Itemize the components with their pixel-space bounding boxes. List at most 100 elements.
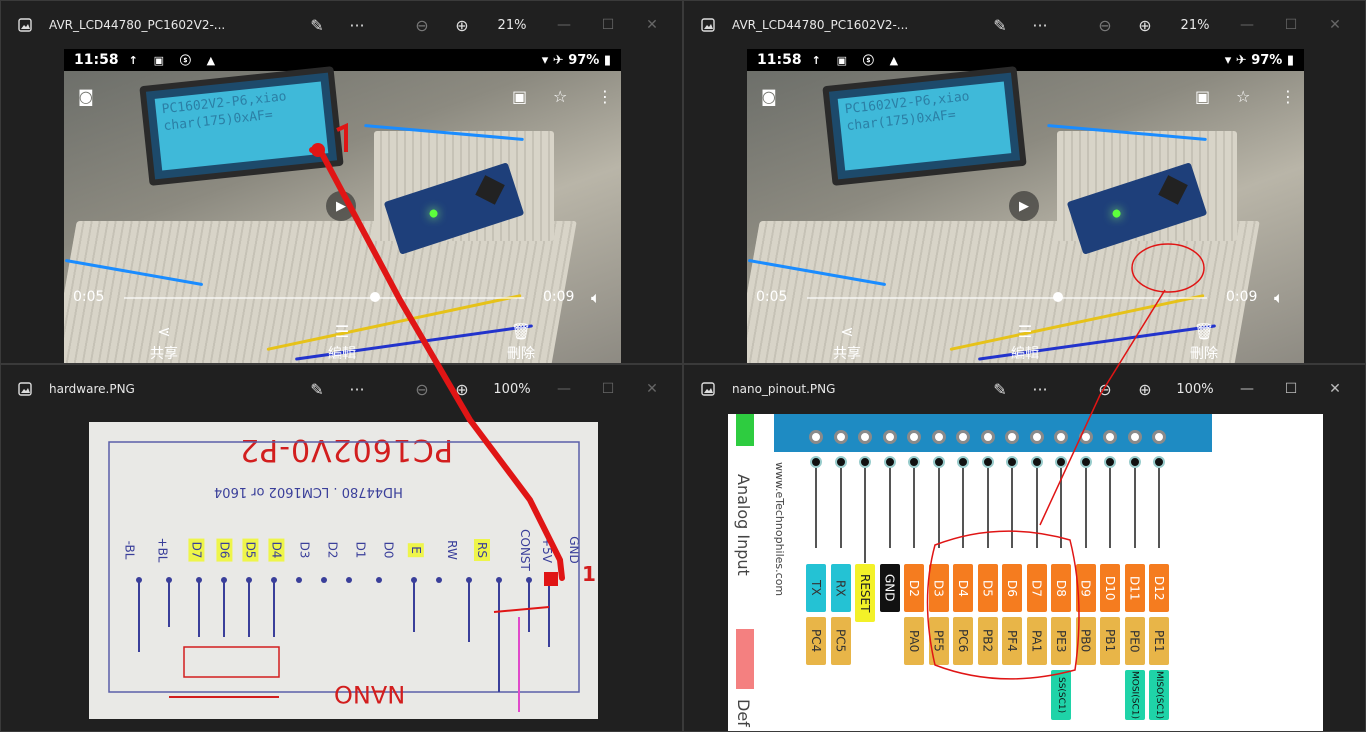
pin-name-tag: D10 — [1100, 564, 1120, 612]
gallery-icon[interactable]: ▣ — [512, 87, 527, 106]
photo-window-pinout: nano_pinout.PNG ✎ ··· ⊖ ⊕ 100% — ☐ ✕ Ana… — [683, 364, 1366, 732]
edit-icon[interactable]: ✎ — [980, 365, 1020, 413]
image-canvas: 11:58 ↑ ▣ ⓢ ▲ ▾ ✈ 97% ▮ PC1602V2-P6,xiao… — [1, 49, 682, 363]
pin-extra-tag: SS(SC1) — [1051, 670, 1071, 720]
minimize-icon[interactable]: — — [542, 365, 586, 413]
legend-pink — [736, 629, 754, 689]
edit-button[interactable]: ☰ 編輯 — [317, 322, 367, 363]
close-icon[interactable]: ✕ — [630, 365, 674, 413]
edit-icon[interactable]: ✎ — [297, 1, 337, 49]
star-icon[interactable]: ☆ — [553, 87, 567, 106]
photo-window-video-right: AVR_LCD44780_PC1602V2-... ✎ ··· ⊖ ⊕ 21% … — [683, 0, 1366, 364]
maximize-icon[interactable]: ☐ — [586, 1, 630, 49]
time-total: 0:09 — [1226, 289, 1258, 305]
play-icon[interactable]: ▶ — [326, 191, 356, 221]
video-frame[interactable]: 11:58 ↑ ▣ ⓢ ▲ ▾ ✈ 97% ▮ PC1602V2-P6,xiao… — [747, 49, 1304, 363]
status-time: 11:58 — [74, 52, 119, 68]
minimize-icon[interactable]: — — [1225, 365, 1269, 413]
pin-name-tag: D6 — [1002, 564, 1022, 612]
zoom-in-icon[interactable]: ⊕ — [1125, 365, 1165, 413]
pin-line — [839, 468, 842, 548]
lcd-module: PC1602V2-P6,xiao char(175)0xAF= — [139, 66, 344, 186]
board-pin-hole — [956, 430, 970, 444]
image-canvas: 11:58 ↑ ▣ ⓢ ▲ ▾ ✈ 97% ▮ PC1602V2-P6,xiao… — [684, 49, 1365, 363]
pin-port-tag: PF4 — [1002, 617, 1022, 665]
maximize-icon[interactable]: ☐ — [1269, 1, 1313, 49]
pin-name-tag: D5 — [977, 564, 998, 612]
volume-icon[interactable]: 🔈︎ — [1274, 288, 1284, 308]
volume-icon[interactable]: 🔈︎ — [591, 288, 601, 308]
seek-knob[interactable] — [370, 292, 380, 302]
close-icon[interactable]: ✕ — [1313, 1, 1357, 49]
play-icon[interactable]: ▶ — [1009, 191, 1039, 221]
pin-name-tag: D11 — [1124, 564, 1145, 612]
more-icon[interactable]: ··· — [1020, 1, 1060, 49]
minimize-icon[interactable]: — — [1225, 1, 1269, 49]
titlebar: AVR_LCD44780_PC1602V2-... ✎ ··· ⊖ ⊕ 21% … — [684, 1, 1365, 49]
delete-button[interactable]: 🗑︎ 刪除 — [496, 322, 546, 363]
video-frame[interactable]: 11:58 ↑ ▣ ⓢ ▲ ▾ ✈ 97% ▮ PC1602V2-P6,xiao… — [64, 49, 621, 363]
pin-line — [1133, 468, 1136, 548]
more-icon[interactable]: ··· — [337, 1, 377, 49]
zoom-in-icon[interactable]: ⊕ — [442, 1, 482, 49]
maximize-icon[interactable]: ☐ — [586, 365, 630, 413]
more-icon[interactable]: ··· — [337, 365, 377, 413]
titlebar: AVR_LCD44780_PC1602V2-... ✎ ··· ⊖ ⊕ 21% … — [1, 1, 682, 49]
share-button[interactable]: ⋖ 共享 — [139, 322, 189, 363]
pin-dot — [1104, 456, 1116, 468]
zoom-level[interactable]: 100% — [1165, 382, 1225, 397]
zoom-out-icon[interactable]: ⊖ — [1085, 365, 1125, 413]
pin-dot — [1006, 456, 1018, 468]
maximize-icon[interactable]: ☐ — [1269, 365, 1313, 413]
delete-button[interactable]: 🗑︎ 刪除 — [1179, 322, 1229, 363]
screenshot-icon[interactable]: ◙ — [761, 87, 777, 106]
pin-port-tag: PB0 — [1075, 617, 1096, 665]
screenshot-icon[interactable]: ◙ — [78, 87, 94, 106]
edit-icon[interactable]: ✎ — [297, 365, 337, 413]
pin-port-tag: PA0 — [904, 617, 924, 665]
photos-app-icon — [1, 365, 49, 413]
phone-status-bar: 11:58 ↑ ▣ ⓢ ▲ ▾ ✈ 97% ▮ — [747, 49, 1304, 71]
close-icon[interactable]: ✕ — [1313, 365, 1357, 413]
zoom-level[interactable]: 21% — [1165, 18, 1225, 33]
edit-icon[interactable]: ✎ — [980, 1, 1020, 49]
edit-button[interactable]: ☰ 編輯 — [1000, 322, 1050, 363]
pin-port-tag: PC5 — [830, 617, 851, 665]
board-pin-hole — [1127, 430, 1142, 444]
gallery-icon[interactable]: ▣ — [1195, 87, 1210, 106]
zoom-out-icon[interactable]: ⊖ — [402, 1, 442, 49]
zoom-in-icon[interactable]: ⊕ — [1125, 1, 1165, 49]
zoom-level[interactable]: 21% — [482, 18, 542, 33]
minimize-icon[interactable]: — — [542, 1, 586, 49]
photos-app-icon — [1, 1, 49, 49]
status-notification-icons: ↑ ▣ ⓢ ▲ — [811, 54, 905, 67]
pin-dot — [908, 456, 920, 468]
time-total: 0:09 — [543, 289, 575, 305]
pin-dot — [1128, 456, 1141, 468]
status-battery: ▾ ✈ 97% ▮ — [541, 52, 611, 68]
titlebar: hardware.PNG ✎ ··· ⊖ ⊕ 100% — ☐ ✕ — [1, 365, 682, 413]
seek-bar[interactable] — [807, 297, 1207, 299]
share-icon: ⋖ — [157, 322, 171, 341]
zoom-level[interactable]: 100% — [482, 382, 542, 397]
more-vert-icon[interactable]: ⋮ — [597, 87, 613, 106]
star-icon[interactable]: ☆ — [1236, 87, 1250, 106]
share-button[interactable]: ⋖ 共享 — [822, 322, 872, 363]
seek-knob[interactable] — [1053, 292, 1063, 302]
pin-line — [986, 468, 989, 548]
pin-line — [937, 468, 940, 548]
zoom-out-icon[interactable]: ⊖ — [1085, 1, 1125, 49]
legend-green — [736, 414, 754, 446]
close-icon[interactable]: ✕ — [630, 1, 674, 49]
zoom-in-icon[interactable]: ⊕ — [442, 365, 482, 413]
pin-name-tag: D4 — [953, 564, 973, 612]
lcd-screen: PC1602V2-P6,xiao char(175)0xAF= — [154, 81, 329, 171]
zoom-out-icon[interactable]: ⊖ — [402, 365, 442, 413]
photos-app-icon — [684, 365, 732, 413]
more-icon[interactable]: ··· — [1020, 365, 1060, 413]
more-vert-icon[interactable]: ⋮ — [1280, 87, 1296, 106]
lcd-screen: PC1602V2-P6,xiao char(175)0xAF= — [837, 81, 1012, 171]
seek-bar[interactable] — [124, 297, 524, 299]
titlebar: nano_pinout.PNG ✎ ··· ⊖ ⊕ 100% — ☐ ✕ — [684, 365, 1365, 413]
photos-app-icon — [684, 1, 732, 49]
